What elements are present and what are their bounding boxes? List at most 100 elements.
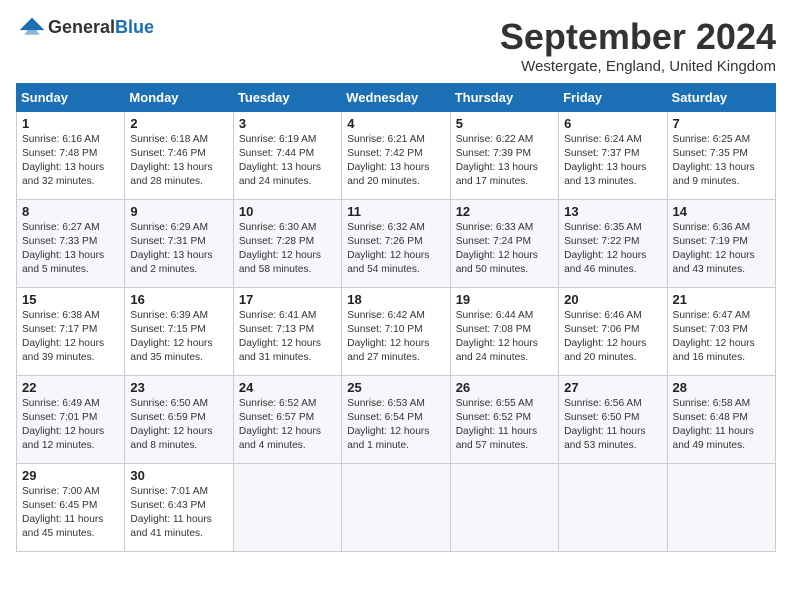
day-number: 25	[347, 380, 444, 395]
day-info: Sunrise: 6:32 AMSunset: 7:26 PMDaylight:…	[347, 222, 429, 275]
header-wednesday: Wednesday	[342, 84, 450, 112]
table-row: 15 Sunrise: 6:38 AMSunset: 7:17 PMDaylig…	[17, 288, 125, 376]
day-info: Sunrise: 7:01 AMSunset: 6:43 PMDaylight:…	[130, 486, 211, 539]
table-row	[559, 464, 667, 552]
calendar-week-row: 1 Sunrise: 6:16 AMSunset: 7:48 PMDayligh…	[17, 112, 776, 200]
location: Westergate, England, United Kingdom	[500, 58, 776, 75]
day-number: 17	[239, 292, 336, 307]
day-number: 10	[239, 204, 336, 219]
day-number: 19	[456, 292, 553, 307]
day-info: Sunrise: 6:38 AMSunset: 7:17 PMDaylight:…	[22, 310, 104, 363]
calendar-week-row: 29 Sunrise: 7:00 AMSunset: 6:45 PMDaylig…	[17, 464, 776, 552]
table-row: 17 Sunrise: 6:41 AMSunset: 7:13 PMDaylig…	[233, 288, 341, 376]
table-row: 1 Sunrise: 6:16 AMSunset: 7:48 PMDayligh…	[17, 112, 125, 200]
day-info: Sunrise: 6:30 AMSunset: 7:28 PMDaylight:…	[239, 222, 321, 275]
day-number: 15	[22, 292, 119, 307]
calendar-week-row: 22 Sunrise: 6:49 AMSunset: 7:01 PMDaylig…	[17, 376, 776, 464]
day-info: Sunrise: 6:56 AMSunset: 6:50 PMDaylight:…	[564, 398, 645, 451]
table-row	[342, 464, 450, 552]
day-number: 11	[347, 204, 444, 219]
table-row: 12 Sunrise: 6:33 AMSunset: 7:24 PMDaylig…	[450, 200, 558, 288]
day-info: Sunrise: 6:18 AMSunset: 7:46 PMDaylight:…	[130, 134, 212, 187]
table-row: 2 Sunrise: 6:18 AMSunset: 7:46 PMDayligh…	[125, 112, 233, 200]
day-info: Sunrise: 6:21 AMSunset: 7:42 PMDaylight:…	[347, 134, 429, 187]
table-row: 27 Sunrise: 6:56 AMSunset: 6:50 PMDaylig…	[559, 376, 667, 464]
table-row: 11 Sunrise: 6:32 AMSunset: 7:26 PMDaylig…	[342, 200, 450, 288]
table-row: 9 Sunrise: 6:29 AMSunset: 7:31 PMDayligh…	[125, 200, 233, 288]
day-info: Sunrise: 6:33 AMSunset: 7:24 PMDaylight:…	[456, 222, 538, 275]
day-number: 5	[456, 116, 553, 131]
day-info: Sunrise: 6:35 AMSunset: 7:22 PMDaylight:…	[564, 222, 646, 275]
table-row: 24 Sunrise: 6:52 AMSunset: 6:57 PMDaylig…	[233, 376, 341, 464]
table-row: 3 Sunrise: 6:19 AMSunset: 7:44 PMDayligh…	[233, 112, 341, 200]
title-area: September 2024 Westergate, England, Unit…	[500, 16, 776, 75]
table-row: 10 Sunrise: 6:30 AMSunset: 7:28 PMDaylig…	[233, 200, 341, 288]
day-number: 21	[673, 292, 770, 307]
day-info: Sunrise: 6:55 AMSunset: 6:52 PMDaylight:…	[456, 398, 537, 451]
day-number: 13	[564, 204, 661, 219]
day-number: 7	[673, 116, 770, 131]
header-saturday: Saturday	[667, 84, 775, 112]
day-number: 16	[130, 292, 227, 307]
table-row: 14 Sunrise: 6:36 AMSunset: 7:19 PMDaylig…	[667, 200, 775, 288]
table-row: 18 Sunrise: 6:42 AMSunset: 7:10 PMDaylig…	[342, 288, 450, 376]
calendar-week-row: 15 Sunrise: 6:38 AMSunset: 7:17 PMDaylig…	[17, 288, 776, 376]
table-row: 7 Sunrise: 6:25 AMSunset: 7:35 PMDayligh…	[667, 112, 775, 200]
day-info: Sunrise: 6:29 AMSunset: 7:31 PMDaylight:…	[130, 222, 212, 275]
day-info: Sunrise: 7:00 AMSunset: 6:45 PMDaylight:…	[22, 486, 103, 539]
header-friday: Friday	[559, 84, 667, 112]
day-info: Sunrise: 6:27 AMSunset: 7:33 PMDaylight:…	[22, 222, 104, 275]
day-number: 30	[130, 468, 227, 483]
day-number: 26	[456, 380, 553, 395]
table-row: 19 Sunrise: 6:44 AMSunset: 7:08 PMDaylig…	[450, 288, 558, 376]
table-row: 23 Sunrise: 6:50 AMSunset: 6:59 PMDaylig…	[125, 376, 233, 464]
table-row: 25 Sunrise: 6:53 AMSunset: 6:54 PMDaylig…	[342, 376, 450, 464]
table-row: 30 Sunrise: 7:01 AMSunset: 6:43 PMDaylig…	[125, 464, 233, 552]
day-info: Sunrise: 6:49 AMSunset: 7:01 PMDaylight:…	[22, 398, 104, 451]
day-info: Sunrise: 6:25 AMSunset: 7:35 PMDaylight:…	[673, 134, 755, 187]
day-number: 27	[564, 380, 661, 395]
day-number: 14	[673, 204, 770, 219]
day-info: Sunrise: 6:50 AMSunset: 6:59 PMDaylight:…	[130, 398, 212, 451]
logo: GeneralBlue	[16, 16, 154, 38]
day-info: Sunrise: 6:24 AMSunset: 7:37 PMDaylight:…	[564, 134, 646, 187]
table-row	[233, 464, 341, 552]
table-row: 5 Sunrise: 6:22 AMSunset: 7:39 PMDayligh…	[450, 112, 558, 200]
day-number: 1	[22, 116, 119, 131]
table-row	[667, 464, 775, 552]
header-sunday: Sunday	[17, 84, 125, 112]
day-number: 4	[347, 116, 444, 131]
day-number: 28	[673, 380, 770, 395]
day-number: 23	[130, 380, 227, 395]
day-info: Sunrise: 6:52 AMSunset: 6:57 PMDaylight:…	[239, 398, 321, 451]
table-row: 28 Sunrise: 6:58 AMSunset: 6:48 PMDaylig…	[667, 376, 775, 464]
table-row: 8 Sunrise: 6:27 AMSunset: 7:33 PMDayligh…	[17, 200, 125, 288]
calendar-week-row: 8 Sunrise: 6:27 AMSunset: 7:33 PMDayligh…	[17, 200, 776, 288]
day-number: 20	[564, 292, 661, 307]
day-info: Sunrise: 6:53 AMSunset: 6:54 PMDaylight:…	[347, 398, 429, 451]
page-header: GeneralBlue September 2024 Westergate, E…	[16, 16, 776, 75]
day-number: 24	[239, 380, 336, 395]
day-info: Sunrise: 6:42 AMSunset: 7:10 PMDaylight:…	[347, 310, 429, 363]
table-row: 6 Sunrise: 6:24 AMSunset: 7:37 PMDayligh…	[559, 112, 667, 200]
weekday-header-row: Sunday Monday Tuesday Wednesday Thursday…	[17, 84, 776, 112]
day-number: 8	[22, 204, 119, 219]
logo-general: General	[48, 17, 115, 38]
header-tuesday: Tuesday	[233, 84, 341, 112]
table-row: 20 Sunrise: 6:46 AMSunset: 7:06 PMDaylig…	[559, 288, 667, 376]
table-row: 29 Sunrise: 7:00 AMSunset: 6:45 PMDaylig…	[17, 464, 125, 552]
day-number: 22	[22, 380, 119, 395]
day-info: Sunrise: 6:19 AMSunset: 7:44 PMDaylight:…	[239, 134, 321, 187]
table-row	[450, 464, 558, 552]
header-monday: Monday	[125, 84, 233, 112]
table-row: 16 Sunrise: 6:39 AMSunset: 7:15 PMDaylig…	[125, 288, 233, 376]
logo-blue: Blue	[115, 17, 154, 38]
day-info: Sunrise: 6:47 AMSunset: 7:03 PMDaylight:…	[673, 310, 755, 363]
day-number: 3	[239, 116, 336, 131]
header-thursday: Thursday	[450, 84, 558, 112]
day-info: Sunrise: 6:46 AMSunset: 7:06 PMDaylight:…	[564, 310, 646, 363]
month-title: September 2024	[500, 16, 776, 58]
calendar-table: Sunday Monday Tuesday Wednesday Thursday…	[16, 83, 776, 552]
day-info: Sunrise: 6:58 AMSunset: 6:48 PMDaylight:…	[673, 398, 754, 451]
day-number: 6	[564, 116, 661, 131]
